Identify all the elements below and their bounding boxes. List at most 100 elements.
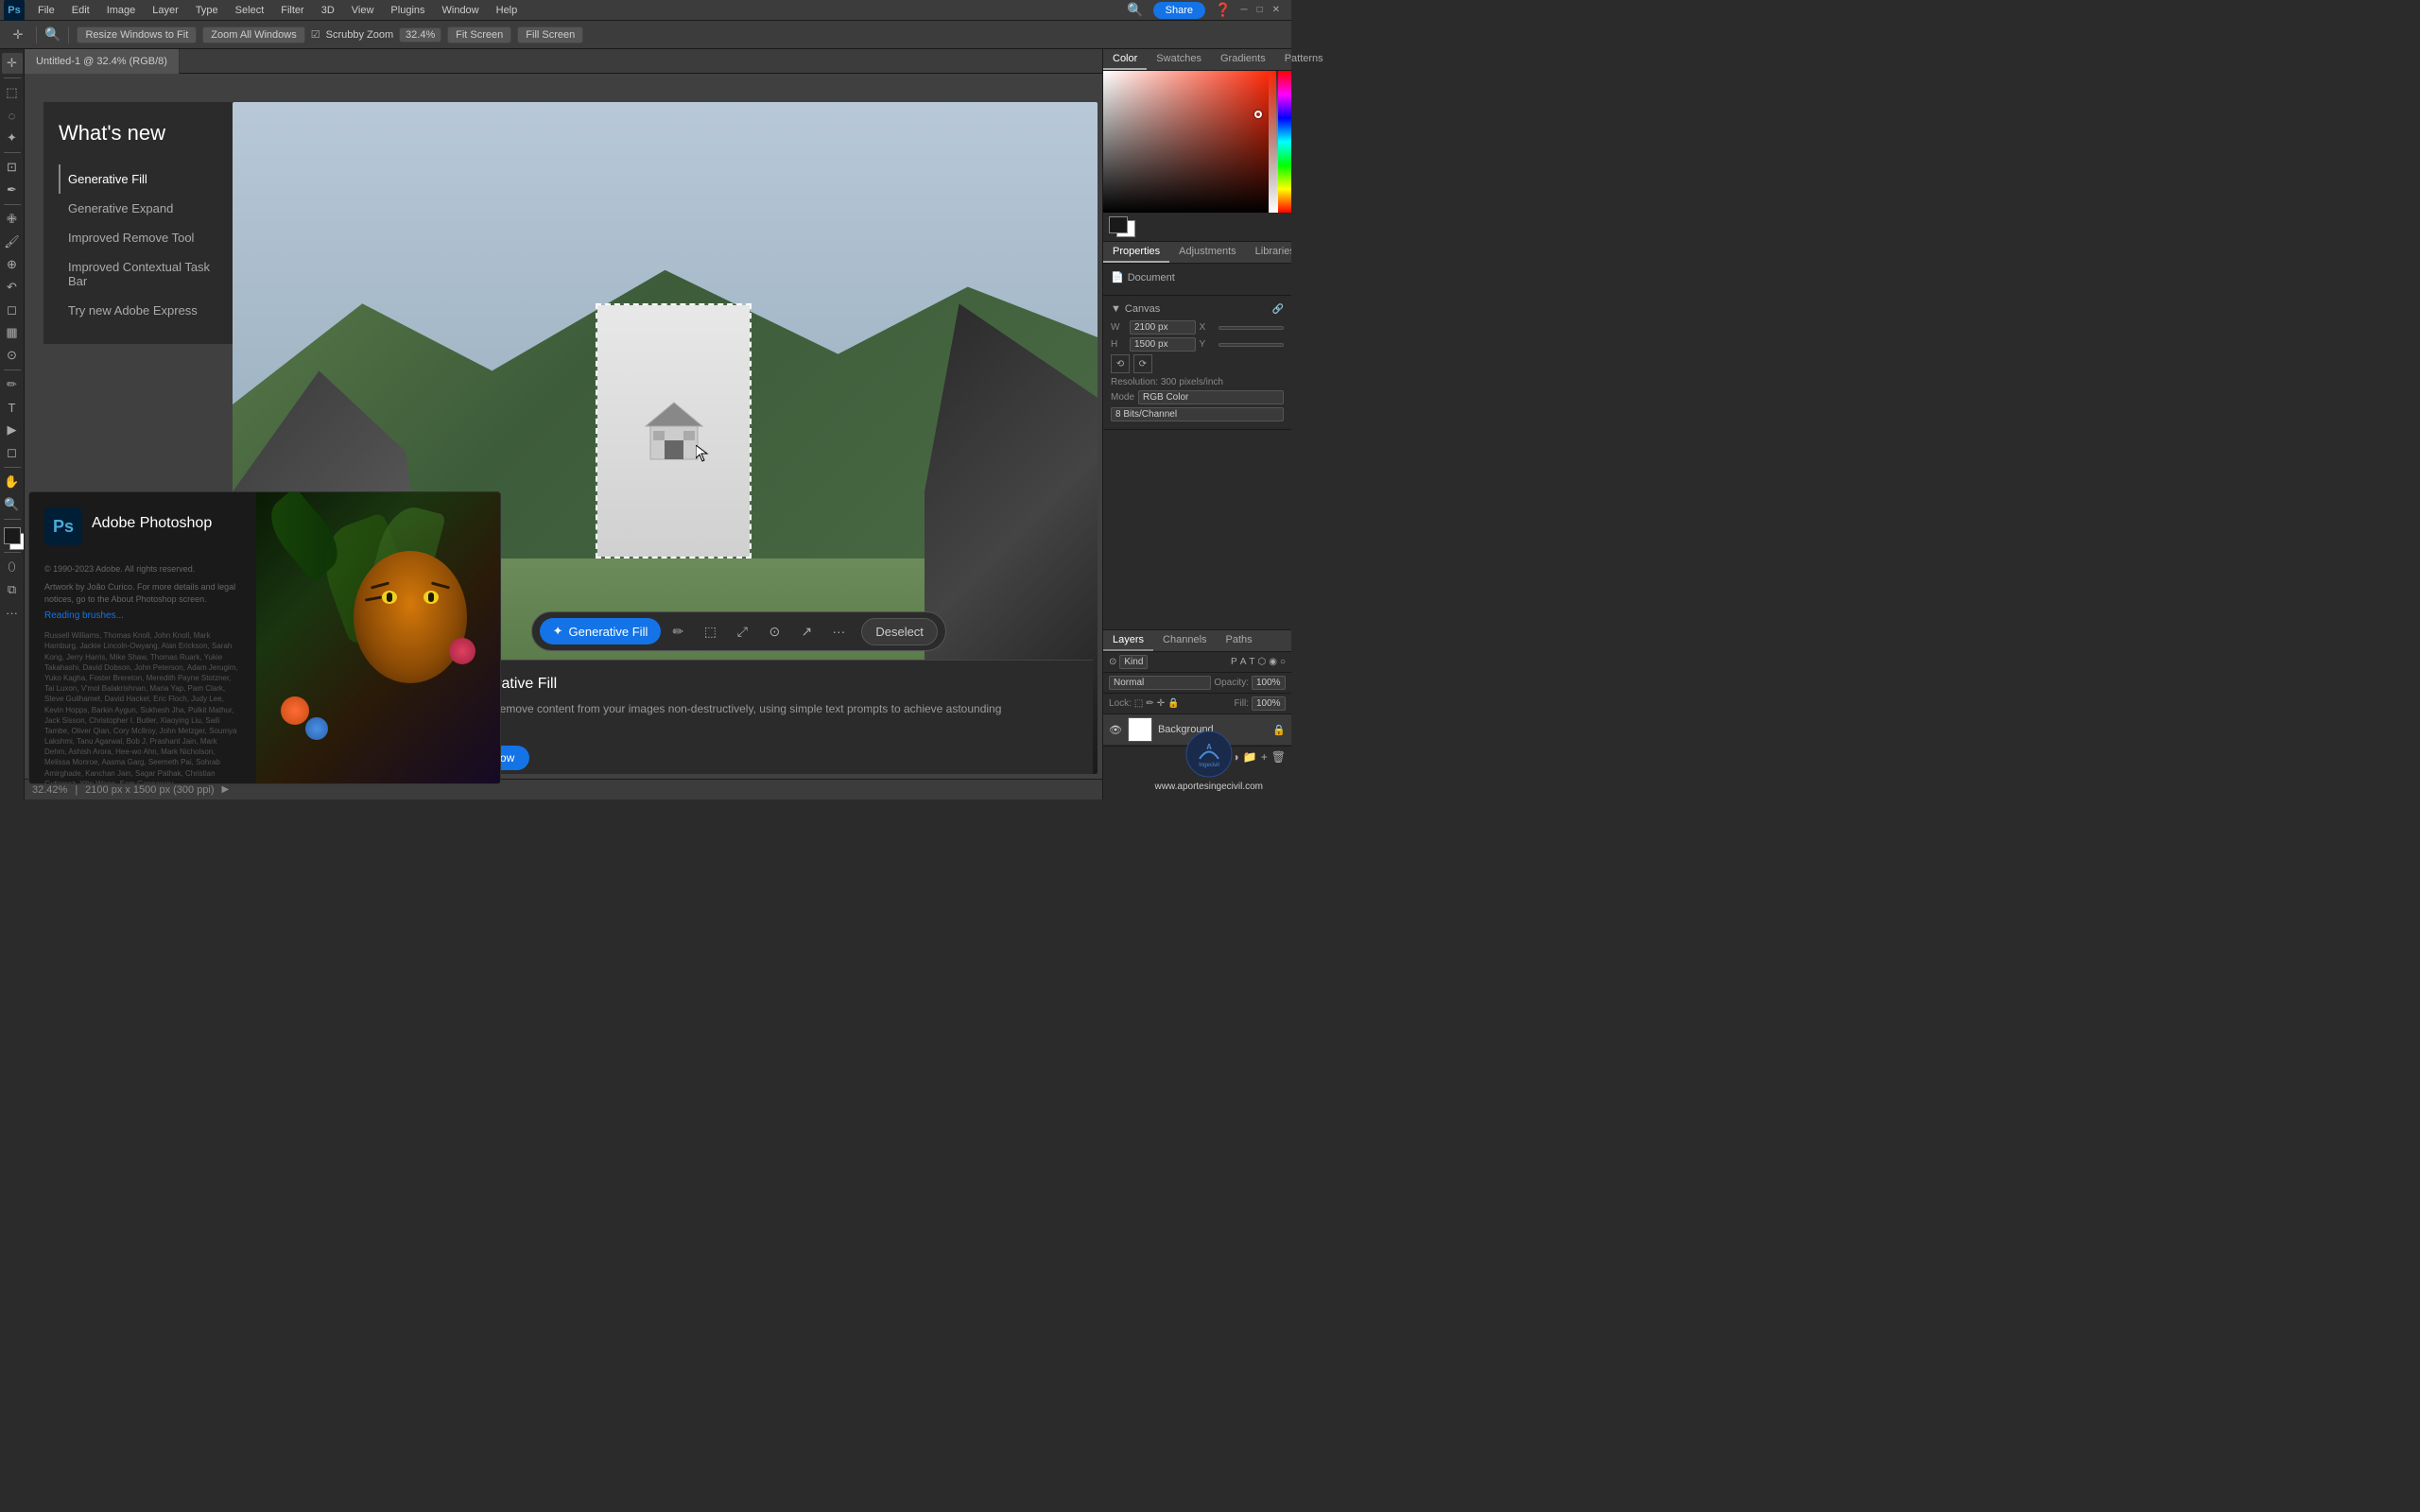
eyedropper-tool[interactable]: ✒ (2, 180, 23, 200)
tab-paths[interactable]: Paths (1217, 630, 1262, 651)
layer-visibility-eye[interactable]: 👁 (1109, 724, 1122, 736)
tab-patterns[interactable]: Patterns (1275, 49, 1333, 70)
lock-position-icon[interactable]: ✛ (1157, 698, 1165, 709)
crop-tool[interactable]: ⊡ (2, 157, 23, 178)
tab-adjustments[interactable]: Adjustments (1169, 242, 1246, 263)
menu-filter[interactable]: Filter (273, 3, 311, 18)
delete-layer-icon[interactable]: 🗑 (1271, 750, 1286, 764)
menu-layer[interactable]: Layer (145, 3, 186, 18)
opacity-value[interactable]: 100% (1252, 676, 1286, 690)
menu-edit[interactable]: Edit (64, 3, 97, 18)
menu-3d[interactable]: 3D (314, 3, 342, 18)
menu-plugins[interactable]: Plugins (383, 3, 432, 18)
tab-libraries[interactable]: Libraries (1246, 242, 1291, 263)
filter-toggle[interactable]: ○ (1280, 657, 1286, 667)
filter-icon3[interactable]: T (1249, 657, 1254, 667)
generative-fill-button[interactable]: ✦ Generative Fill (540, 618, 662, 644)
menu-image[interactable]: Image (99, 3, 144, 18)
adjust-icon-btn[interactable]: ↗ (791, 616, 821, 646)
shape-tool[interactable]: ◻ (2, 442, 23, 463)
rotate-landscape-icon[interactable]: ⟳ (1133, 354, 1152, 373)
lock-image-icon[interactable]: ✏ (1146, 698, 1153, 709)
feature-contextual-bar[interactable]: Improved Contextual Task Bar (59, 252, 227, 296)
menu-view[interactable]: View (344, 3, 382, 18)
menu-help[interactable]: Help (489, 3, 526, 18)
zoom-all-btn[interactable]: Zoom All Windows (202, 26, 304, 43)
feature-generative-fill[interactable]: Generative Fill (59, 164, 227, 194)
status-arrow[interactable]: ▶ (222, 784, 230, 795)
tab-swatches[interactable]: Swatches (1147, 49, 1211, 70)
deselect-button[interactable]: Deselect (861, 618, 938, 645)
tab-gradients[interactable]: Gradients (1211, 49, 1275, 70)
screen-mode-tool[interactable]: ⧉ (2, 579, 23, 600)
menu-file[interactable]: File (30, 3, 62, 18)
h-value[interactable]: 1500 px (1130, 337, 1196, 352)
mode-value[interactable]: RGB Color (1138, 390, 1284, 404)
feature-generative-expand[interactable]: Generative Expand (59, 194, 227, 223)
move-tool-icon[interactable]: ✛ (8, 25, 28, 45)
blend-mode[interactable]: Normal (1109, 676, 1211, 690)
move-tool[interactable]: ✛ (2, 53, 23, 74)
type-tool[interactable]: T (2, 397, 23, 418)
edit-icon-btn[interactable]: ✏ (663, 616, 693, 646)
zoom-tool[interactable]: 🔍 (2, 494, 23, 515)
feature-adobe-express[interactable]: Try new Adobe Express (59, 296, 227, 325)
fill-value[interactable]: 100% (1252, 696, 1286, 711)
foreground-swatch[interactable] (1109, 216, 1128, 233)
canvas-collapse-icon[interactable]: ▼ (1111, 303, 1121, 315)
minimize-icon[interactable]: ─ (1240, 5, 1247, 15)
feature-remove-tool[interactable]: Improved Remove Tool (59, 223, 227, 252)
tab-color[interactable]: Color (1103, 49, 1147, 70)
filter-icon1[interactable]: P (1231, 657, 1237, 667)
link-icon[interactable]: 🔗 (1272, 304, 1284, 315)
x-value[interactable] (1219, 326, 1285, 330)
healing-tool[interactable]: ✙ (2, 209, 23, 230)
restore-icon[interactable]: □ (1257, 5, 1263, 15)
dodge-tool[interactable]: ⊙ (2, 345, 23, 366)
alpha-strip[interactable] (1269, 71, 1278, 213)
document-tab[interactable]: Untitled-1 @ 32.4% (RGB/8) (25, 49, 180, 74)
help-icon[interactable]: ❓ (1215, 2, 1231, 18)
filter-kind-icon[interactable]: ⊙ (1109, 657, 1116, 667)
magic-wand-tool[interactable]: ✦ (2, 128, 23, 148)
hue-strip[interactable] (1278, 71, 1291, 213)
menu-type[interactable]: Type (188, 3, 226, 18)
path-selection-tool[interactable]: ▶ (2, 420, 23, 440)
lock-transparent-icon[interactable]: ⬚ (1134, 698, 1143, 709)
brush-tool[interactable]: 🖌 (2, 232, 23, 252)
transform-icon-btn[interactable]: ⬚ (695, 616, 725, 646)
tab-properties[interactable]: Properties (1103, 242, 1169, 263)
mask-icon-btn[interactable]: ⊙ (759, 616, 789, 646)
color-picker-area[interactable] (1103, 71, 1291, 213)
share-button[interactable]: Share (1153, 2, 1205, 19)
marquee-tool[interactable]: ⬚ (2, 82, 23, 103)
search-icon2[interactable]: 🔍 (44, 26, 60, 43)
menu-window[interactable]: Window (435, 3, 487, 18)
fit-screen-btn[interactable]: Fit Screen (447, 26, 511, 43)
tab-channels[interactable]: Channels (1153, 630, 1216, 651)
expand-icon-btn[interactable]: ⤢ (727, 616, 757, 646)
quick-mask-tool[interactable]: ⬯ (2, 557, 23, 577)
y-value[interactable] (1219, 343, 1285, 347)
zoom-input[interactable] (399, 27, 441, 43)
layer-thumbnail[interactable] (1128, 717, 1152, 742)
eraser-tool[interactable]: ◻ (2, 300, 23, 320)
bits-value[interactable]: 8 Bits/Channel (1111, 407, 1284, 421)
filter-icon4[interactable]: ⬡ (1257, 657, 1266, 667)
filter-icon2[interactable]: A (1240, 657, 1247, 667)
foreground-color-swatch[interactable] (4, 527, 21, 544)
more-icon-btn[interactable]: ··· (823, 616, 854, 646)
close-icon[interactable]: ✕ (1272, 5, 1280, 15)
gradient-tool[interactable]: ▦ (2, 322, 23, 343)
lock-all-icon[interactable]: 🔒 (1167, 698, 1179, 709)
clone-stamp-tool[interactable]: ⊕ (2, 254, 23, 275)
menu-select[interactable]: Select (228, 3, 272, 18)
lasso-tool[interactable]: ◌ (2, 105, 23, 126)
more-tools[interactable]: ··· (2, 602, 23, 623)
filter-icon5[interactable]: ◉ (1269, 657, 1277, 667)
hand-tool[interactable]: ✋ (2, 472, 23, 492)
history-brush-tool[interactable]: ↶ (2, 277, 23, 298)
tab-layers[interactable]: Layers (1103, 630, 1153, 651)
fill-screen-btn[interactable]: Fill Screen (517, 26, 583, 43)
w-value[interactable]: 2100 px (1130, 320, 1196, 335)
